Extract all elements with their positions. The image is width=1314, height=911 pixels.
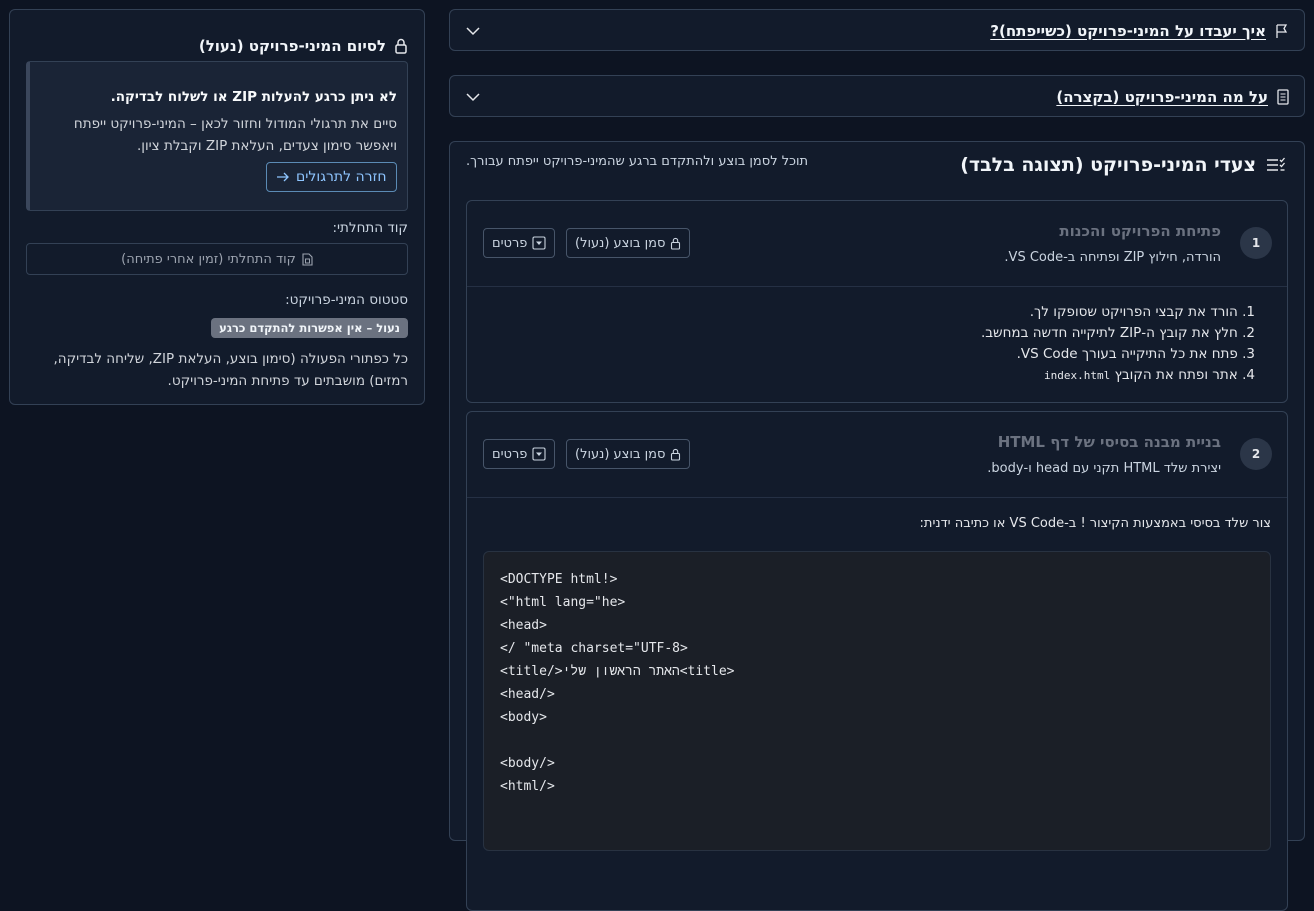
arrow-right-icon	[276, 172, 290, 182]
mark-done-button[interactable]: סמן בוצע (נעול)	[566, 439, 691, 469]
steps-panel: צעדי המיני-פרויקט (תצוגה בלבד) תוכל לסמן…	[449, 141, 1305, 911]
step-subtitle: יצירת שלד HTML תקני עם head ו-body.	[987, 461, 1221, 476]
list-item: 2. חלץ את קובץ ה-ZIP לתיקייה חדשה במחשב.	[980, 325, 1255, 341]
locked-warning: לא ניתן כרגע להעלות ZIP או לשלוח לבדיקה.…	[26, 61, 408, 211]
list-item-text: 4. אתר ופתח את הקובץ	[1114, 367, 1255, 383]
caret-down-box-icon	[532, 447, 546, 461]
details-button[interactable]: פרטים	[483, 439, 556, 469]
finish-panel-title: לסיום המיני-פרויקט (נעול)	[198, 37, 386, 55]
lock-icon	[394, 38, 408, 54]
file-code-icon	[302, 252, 313, 266]
accordion-about-header: על מה המיני-פרויקט (בקצרה)	[1056, 76, 1290, 118]
inline-code: index.html	[1044, 369, 1111, 382]
details-label: פרטים	[492, 446, 528, 462]
step-header: 2 בניית מבנה בסיסי של דף HTML יצירת שלד …	[467, 412, 1287, 498]
back-button-label: חזרה לתרגולים	[296, 169, 387, 185]
back-to-exercises-button[interactable]: חזרה לתרגולים	[266, 162, 397, 192]
step-intro: צור שלד בסיסי באמצעות הקיצור ! ב-VS Code…	[919, 516, 1271, 531]
steps-subtitle: תוכל לסמן בוצע ולהתקדם ברגע שהמיני-פרויק…	[466, 154, 809, 169]
steps-header: צעדי המיני-פרויקט (תצוגה בלבד)	[960, 154, 1286, 176]
accordion-how-to-work[interactable]: איך יעבדו על המיני-פרויקט (כשייפתח)?	[449, 9, 1305, 51]
details-button[interactable]: פרטים	[483, 228, 556, 258]
steps-title: צעדי המיני-פרויקט (תצוגה בלבד)	[960, 154, 1256, 176]
step-card: 2 בניית מבנה בסיסי של דף HTML יצירת שלד …	[466, 411, 1288, 911]
starter-code-button-label: קוד התחלתי (זמין אחרי פתיחה)	[121, 251, 296, 267]
caret-down-box-icon	[532, 236, 546, 250]
details-label: פרטים	[492, 235, 528, 251]
list-item: 1. הורד את קבצי הפרויקט שסופקו לך.	[1029, 304, 1255, 320]
mark-done-label: סמן בוצע (נעול)	[575, 235, 666, 251]
list-item: 4. אתר ופתח את הקובץ index.html	[981, 365, 1255, 386]
chevron-down-icon	[466, 90, 480, 104]
code-block: <DOCTYPE html!> <"html lang="he> <head> …	[483, 551, 1271, 851]
accordion-about[interactable]: על מה המיני-פרויקט (בקצרה)	[449, 75, 1305, 117]
mark-done-label: סמן בוצע (נעול)	[575, 446, 666, 462]
status-label: סטטוס המיני-פרויקט:	[285, 292, 408, 308]
mark-done-button[interactable]: סמן בוצע (נעול)	[566, 228, 691, 258]
accordion-how-to-work-header: איך יעבדו על המיני-פרויקט (כשייפתח)?	[990, 10, 1290, 52]
step-subtitle: הורדה, חילוץ ZIP ופתיחה ב-VS Code.	[1004, 250, 1221, 265]
list-item: 3. פתח את כל התיקייה בעורך VS Code.	[1016, 346, 1255, 362]
step-header: 1 פתיחת הפרויקט והכנות הורדה, חילוץ ZIP …	[467, 201, 1287, 287]
status-badge: נעול – אין אפשרות להתקדם כרגע	[211, 318, 408, 338]
lock-icon	[670, 448, 681, 461]
step-instructions: 1. הורד את קבצי הפרויקט שסופקו לך. 2. חל…	[981, 302, 1255, 386]
step-number: 1	[1240, 227, 1272, 259]
warning-title: לא ניתן כרגע להעלות ZIP או לשלוח לבדיקה.	[110, 89, 397, 105]
accordion-how-to-work-label: איך יעבדו על המיני-פרויקט (כשייפתח)?	[990, 22, 1266, 40]
document-icon	[1276, 89, 1290, 105]
list-checks-icon	[1266, 157, 1286, 173]
lock-icon	[670, 237, 681, 250]
finish-panel: לסיום המיני-פרויקט (נעול) לא ניתן כרגע ל…	[9, 9, 425, 405]
status-note: כל כפתורי הפעולה (סימון בוצע, העלאת ZIP,…	[53, 351, 408, 389]
flag-icon	[1274, 23, 1290, 39]
step-number: 2	[1240, 438, 1272, 470]
starter-code-button[interactable]: קוד התחלתי (זמין אחרי פתיחה)	[26, 243, 408, 275]
step-card: 1 פתיחת הפרויקט והכנות הורדה, חילוץ ZIP …	[466, 200, 1288, 403]
step-title: פתיחת הפרויקט והכנות	[1059, 222, 1221, 240]
chevron-down-icon	[466, 24, 480, 38]
step-title: בניית מבנה בסיסי של דף HTML	[997, 433, 1221, 451]
finish-panel-header: לסיום המיני-פרויקט (נעול)	[199, 37, 408, 55]
starter-code-label: קוד התחלתי:	[332, 220, 408, 236]
accordion-about-label: על מה המיני-פרויקט (בקצרה)	[1056, 88, 1268, 106]
warning-body: סיים את תרגולי המודול וחזור לכאן – המיני…	[73, 116, 397, 154]
